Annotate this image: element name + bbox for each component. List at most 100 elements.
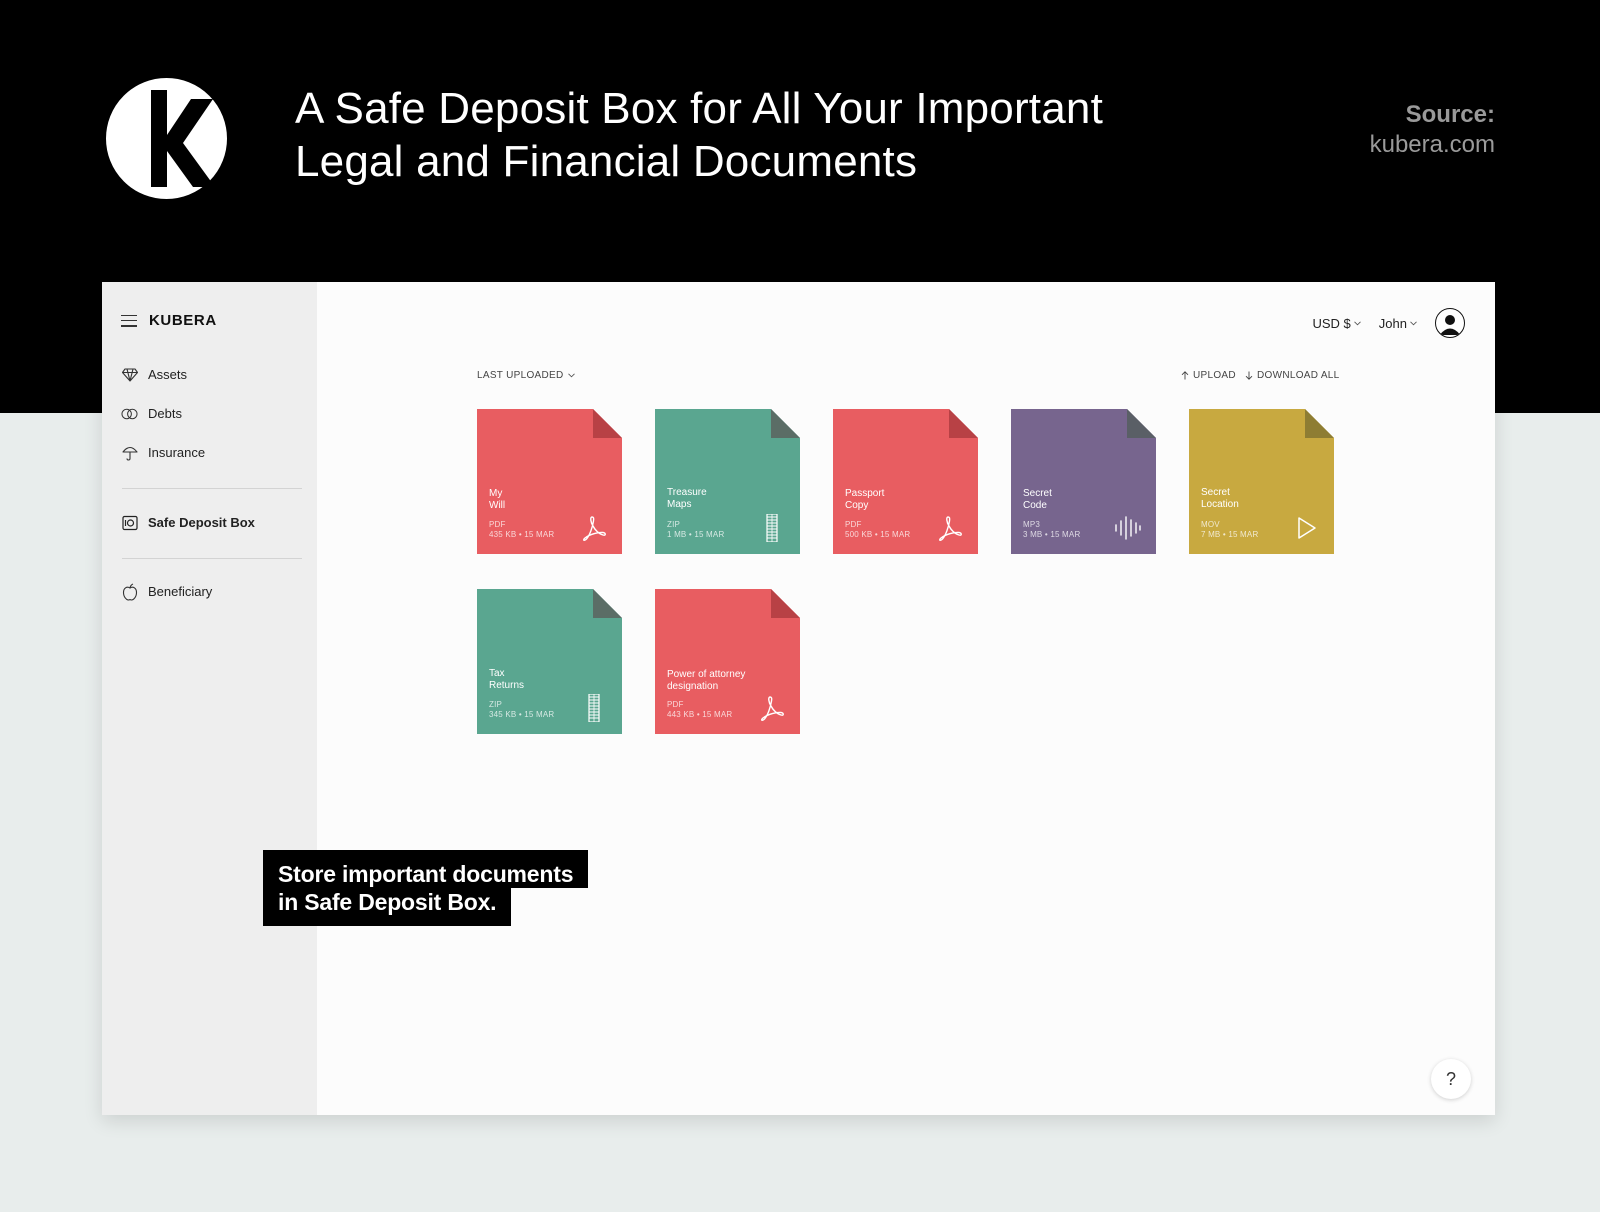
upload-label: UPLOAD	[1193, 370, 1236, 381]
headline: A Safe Deposit Box for All Your Importan…	[295, 82, 1295, 188]
file-name-line-1: Passport	[845, 488, 885, 499]
file-name-line-2: Location	[1201, 499, 1239, 510]
avatar[interactable]	[1435, 308, 1465, 338]
file-size-date: 1 MB • 15 MAR	[667, 530, 725, 539]
audio-icon	[1114, 514, 1142, 542]
file-name: Tax Returns	[489, 668, 604, 692]
help-button[interactable]: ?	[1431, 1059, 1471, 1099]
file-name-line-1: Tax	[489, 668, 505, 679]
arrow-down-icon	[1245, 371, 1253, 380]
file-card[interactable]: Treasure Maps ZIP 1 MB • 15 MAR	[655, 409, 800, 554]
video-icon	[1292, 514, 1320, 542]
file-name: Passport Copy	[845, 488, 960, 512]
apple-icon	[121, 582, 138, 601]
file-size-date: 500 KB • 15 MAR	[845, 530, 911, 539]
file-card[interactable]: Passport Copy PDF 500 KB • 15 MAR	[833, 409, 978, 554]
file-name-line-1: Secret	[1023, 488, 1052, 499]
file-name-line-1: Secret	[1201, 487, 1230, 498]
sort-label: LAST UPLOADED	[477, 370, 564, 381]
file-card[interactable]: Secret Code MP3 3 MB • 15 MAR	[1011, 409, 1156, 554]
file-card-fold	[593, 409, 622, 438]
sidebar-item-label: Assets	[148, 367, 188, 382]
currency-label: USD $	[1312, 315, 1351, 331]
file-name: Secret Location	[1201, 487, 1316, 511]
sidebar-item-label: Insurance	[148, 445, 206, 460]
sidebar-divider	[122, 488, 302, 489]
zip-icon	[580, 693, 608, 723]
file-card[interactable]: Tax Returns ZIP 345 KB • 15 MAR	[477, 589, 622, 734]
sidebar-item-label: Debts	[148, 406, 182, 421]
sidebar-item-label: Beneficiary	[148, 584, 213, 599]
file-size-date: 3 MB • 15 MAR	[1023, 530, 1081, 539]
file-name-line-2: Will	[489, 500, 506, 511]
file-type: MOV	[1201, 520, 1220, 529]
sidebar-item-safe-deposit-box[interactable]: Safe Deposit Box	[121, 514, 255, 531]
download-all-button[interactable]: DOWNLOAD ALL	[1245, 370, 1340, 381]
sidebar-item-insurance[interactable]: Insurance	[121, 444, 205, 461]
chevron-down-icon	[567, 373, 575, 378]
file-card-fold	[771, 409, 800, 438]
pdf-icon	[580, 514, 608, 542]
source-url: kubera.com	[1369, 131, 1495, 158]
callout-line-2: in Safe Deposit Box.	[263, 888, 512, 926]
user-dropdown[interactable]: John	[1379, 316, 1417, 331]
user-avatar-icon	[1439, 315, 1461, 335]
file-name: Secret Code	[1023, 488, 1138, 512]
file-size-date: 345 KB • 15 MAR	[489, 710, 555, 719]
file-name: Power of attorney designation	[667, 669, 782, 693]
safe-icon	[121, 514, 138, 531]
file-type: PDF	[489, 520, 506, 529]
file-meta: MP3 3 MB • 15 MAR	[1023, 520, 1080, 540]
sidebar-item-beneficiary[interactable]: Beneficiary	[121, 582, 213, 601]
sidebar-brand: KUBERA	[121, 312, 217, 329]
pdf-icon	[936, 514, 964, 542]
headline-line-1: A Safe Deposit Box for All Your Importan…	[295, 84, 1103, 133]
callout: Store important documents in Safe Deposi…	[263, 850, 589, 926]
sidebar-divider	[122, 558, 302, 559]
file-card-fold	[593, 589, 622, 618]
sidebar-item-label: Safe Deposit Box	[148, 515, 255, 530]
file-type: ZIP	[489, 700, 503, 709]
file-card-fold	[1305, 409, 1334, 438]
file-name-line-2: designation	[667, 681, 719, 692]
file-name-line-2: Returns	[489, 680, 525, 691]
umbrella-icon	[121, 444, 138, 461]
file-name-line-1: My	[489, 488, 503, 499]
diamond-icon	[121, 366, 138, 383]
sort-dropdown[interactable]: LAST UPLOADED	[477, 370, 575, 381]
source: Source: kubera.com	[1370, 100, 1495, 160]
kubera-logo-icon	[103, 75, 230, 202]
rings-icon	[121, 405, 138, 422]
chevron-down-icon	[1410, 320, 1417, 325]
file-name: Treasure Maps	[667, 487, 782, 511]
app-window: KUBERA Assets Debts Insurance Safe Depos…	[102, 282, 1495, 1115]
file-meta: PDF 435 KB • 15 MAR	[489, 520, 554, 540]
file-card[interactable]: My Will PDF 435 KB • 15 MAR	[477, 409, 622, 554]
currency-dropdown[interactable]: USD $	[1313, 316, 1361, 331]
file-card[interactable]: Power of attorney designation PDF 443 KB •…	[655, 589, 800, 734]
file-card[interactable]: Secret Location MOV 7 MB • 15 MAR	[1189, 409, 1334, 554]
sidebar-item-debts[interactable]: Debts	[121, 405, 182, 422]
hamburger-menu-icon[interactable]	[121, 314, 137, 327]
file-size-date: 7 MB • 15 MAR	[1201, 530, 1259, 539]
topbar-controls: USD $ John	[1313, 308, 1465, 338]
sidebar: KUBERA Assets Debts Insurance Safe Depos…	[102, 282, 317, 1115]
download-all-label: DOWNLOAD ALL	[1257, 370, 1340, 381]
file-type: PDF	[667, 700, 684, 709]
file-type: PDF	[845, 520, 862, 529]
file-size-date: 443 KB • 15 MAR	[667, 710, 733, 719]
file-size-date: 435 KB • 15 MAR	[489, 530, 555, 539]
file-meta: PDF 443 KB • 15 MAR	[667, 700, 732, 720]
sidebar-item-assets[interactable]: Assets	[121, 366, 187, 383]
pdf-icon	[758, 694, 786, 722]
file-name: My Will	[489, 488, 604, 512]
file-meta: PDF 500 KB • 15 MAR	[845, 520, 910, 540]
file-meta: MOV 7 MB • 15 MAR	[1201, 520, 1258, 540]
file-type: ZIP	[667, 520, 681, 529]
file-name-line-2: Code	[1023, 500, 1047, 511]
file-card-fold	[949, 409, 978, 438]
file-card-fold	[771, 589, 800, 618]
file-meta: ZIP 1 MB • 15 MAR	[667, 520, 724, 540]
file-name-line-1: Power of attorney	[667, 669, 746, 680]
upload-button[interactable]: UPLOAD	[1181, 370, 1236, 381]
